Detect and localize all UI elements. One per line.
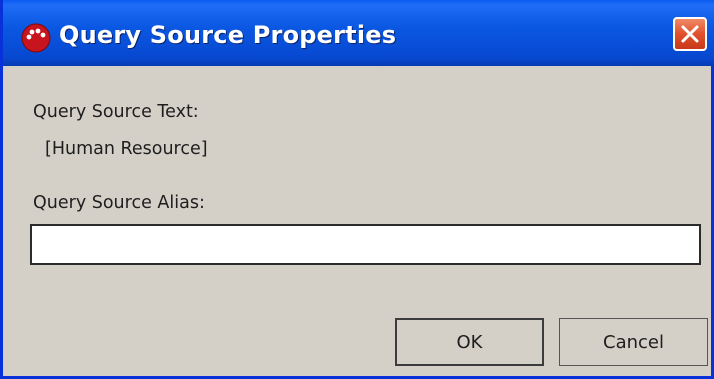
ok-button[interactable]: OK xyxy=(395,318,544,366)
cancel-button[interactable]: Cancel xyxy=(559,318,708,366)
dialog-window: Query Source Properties Query Source Tex… xyxy=(0,0,714,379)
alias-input[interactable] xyxy=(30,224,701,265)
source-text-label: Query Source Text: xyxy=(33,102,199,122)
alias-label: Query Source Alias: xyxy=(33,193,205,213)
source-text-value: [Human Resource] xyxy=(45,139,208,159)
title-bar[interactable]: Query Source Properties xyxy=(3,0,714,66)
app-icon xyxy=(21,23,51,53)
close-button[interactable] xyxy=(673,17,707,51)
window-title: Query Source Properties xyxy=(59,21,397,49)
close-icon xyxy=(681,25,699,43)
